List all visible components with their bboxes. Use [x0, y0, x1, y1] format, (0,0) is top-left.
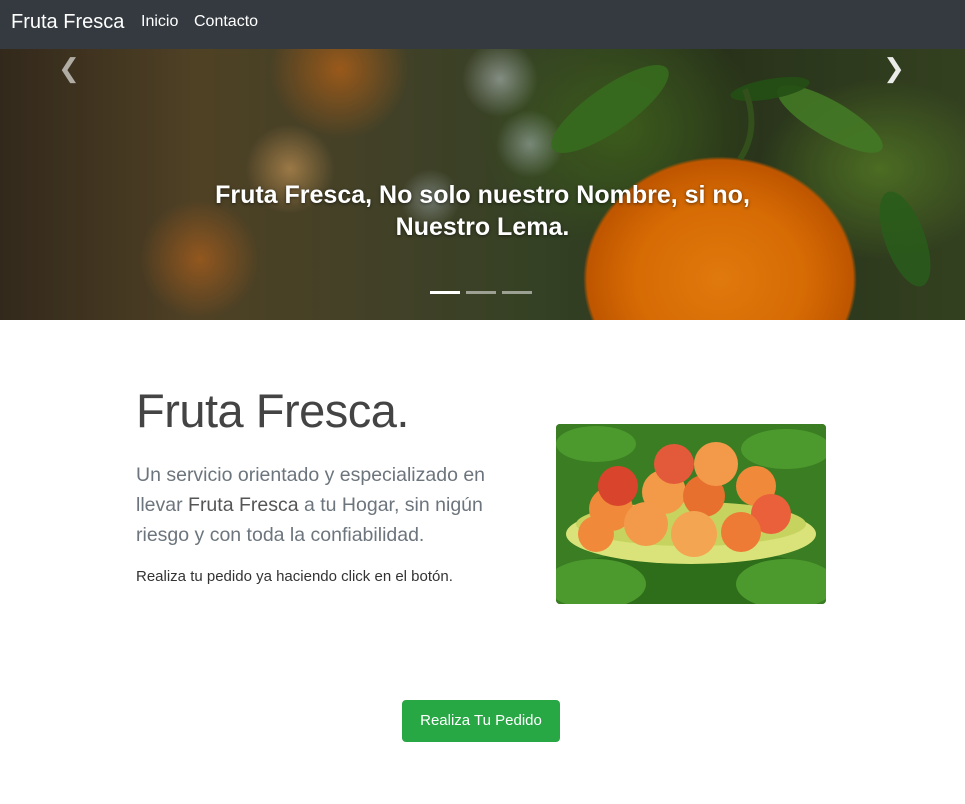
carousel-indicator-2[interactable]	[466, 291, 496, 294]
carousel-indicator-3[interactable]	[502, 291, 532, 294]
carousel-indicators	[430, 291, 532, 294]
lead-paragraph: Un servicio orientado y especializado en…	[136, 460, 536, 550]
caption-line-1: Fruta Fresca, No solo nuestro Nombre, si…	[215, 181, 750, 209]
top-navbar: Fruta Fresca Inicio Contacto	[0, 0, 965, 49]
peaches-photo	[556, 424, 826, 604]
peaches-illustration	[556, 424, 826, 604]
carousel-caption: Fruta Fresca, No solo nuestro Nombre, si…	[180, 179, 785, 243]
order-button[interactable]: Realiza Tu Pedido	[402, 700, 560, 742]
navbar-brand[interactable]: Fruta Fresca	[11, 10, 124, 34]
hero-carousel: ❮ ❯ Fruta Fresca, No solo nuestro Nombre…	[0, 49, 965, 320]
chevron-left-icon[interactable]: ❮	[57, 53, 81, 83]
chevron-right-icon[interactable]: ❯	[882, 53, 906, 83]
caption-line-2: Nuestro Lema.	[395, 213, 570, 241]
page-title: Fruta Fresca.	[136, 384, 409, 437]
lead-strong-text: Fruta Fresca	[188, 494, 299, 516]
nav-link-inicio[interactable]: Inicio	[141, 12, 178, 32]
carousel-indicator-1[interactable]	[430, 291, 460, 294]
nav-link-contacto[interactable]: Contacto	[194, 12, 258, 32]
order-hint-text: Realiza tu pedido ya haciendo click en e…	[136, 568, 453, 585]
